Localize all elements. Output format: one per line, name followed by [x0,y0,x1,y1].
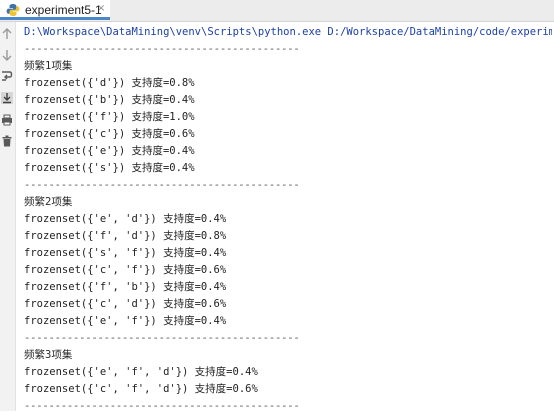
close-icon[interactable]: × [97,3,105,14]
python-icon [6,4,20,16]
list-item: frozenset({'e', 'f'}) 支持度=0.4% [24,315,227,327]
list-item: frozenset({'c'}) 支持度=0.6% [24,128,195,140]
group-heading: 频繁1项集 [24,60,73,72]
list-item: frozenset({'f'}) 支持度=1.0% [24,111,195,123]
list-item: frozenset({'s'}) 支持度=0.4% [24,162,195,174]
list-item: frozenset({'e', 'd'}) 支持度=0.4% [24,213,227,225]
tab-bar: experiment5-1 × [0,0,554,22]
group-heading: 频繁3项集 [24,349,73,361]
separator: ----------------------------------------… [24,43,300,55]
command-line: D:\Workspace\DataMining\venv\Scripts\pyt… [24,26,552,38]
tab-experiment5-1[interactable]: experiment5-1 × [0,0,110,20]
list-item: frozenset({'d'}) 支持度=0.8% [24,77,195,89]
console-output: D:\Workspace\DataMining\venv\Scripts\pyt… [24,24,552,415]
arrow-up-icon[interactable] [1,28,13,40]
list-item: frozenset({'b'}) 支持度=0.4% [24,94,195,106]
list-item: frozenset({'e'}) 支持度=0.4% [24,145,195,157]
soft-wrap-icon[interactable] [1,70,13,82]
separator: ----------------------------------------… [24,400,300,412]
tab-title: experiment5-1 [25,3,102,17]
separator: ----------------------------------------… [24,332,300,344]
group-heading: 频繁2项集 [24,196,73,208]
list-item: frozenset({'f', 'd'}) 支持度=0.8% [24,230,227,242]
separator: ----------------------------------------… [24,179,300,191]
trash-icon[interactable] [1,135,13,147]
scroll-to-end-icon[interactable] [1,92,13,104]
console-toolbar [0,22,16,411]
print-icon[interactable] [1,114,13,126]
arrow-down-icon[interactable] [1,49,13,61]
list-item: frozenset({'c', 'f', 'd'}) 支持度=0.6% [24,383,258,395]
list-item: frozenset({'e', 'f', 'd'}) 支持度=0.4% [24,366,258,378]
list-item: frozenset({'c', 'd'}) 支持度=0.6% [24,298,227,310]
list-item: frozenset({'s', 'f'}) 支持度=0.4% [24,247,227,259]
list-item: frozenset({'f', 'b'}) 支持度=0.4% [24,281,227,293]
list-item: frozenset({'c', 'f'}) 支持度=0.6% [24,264,227,276]
